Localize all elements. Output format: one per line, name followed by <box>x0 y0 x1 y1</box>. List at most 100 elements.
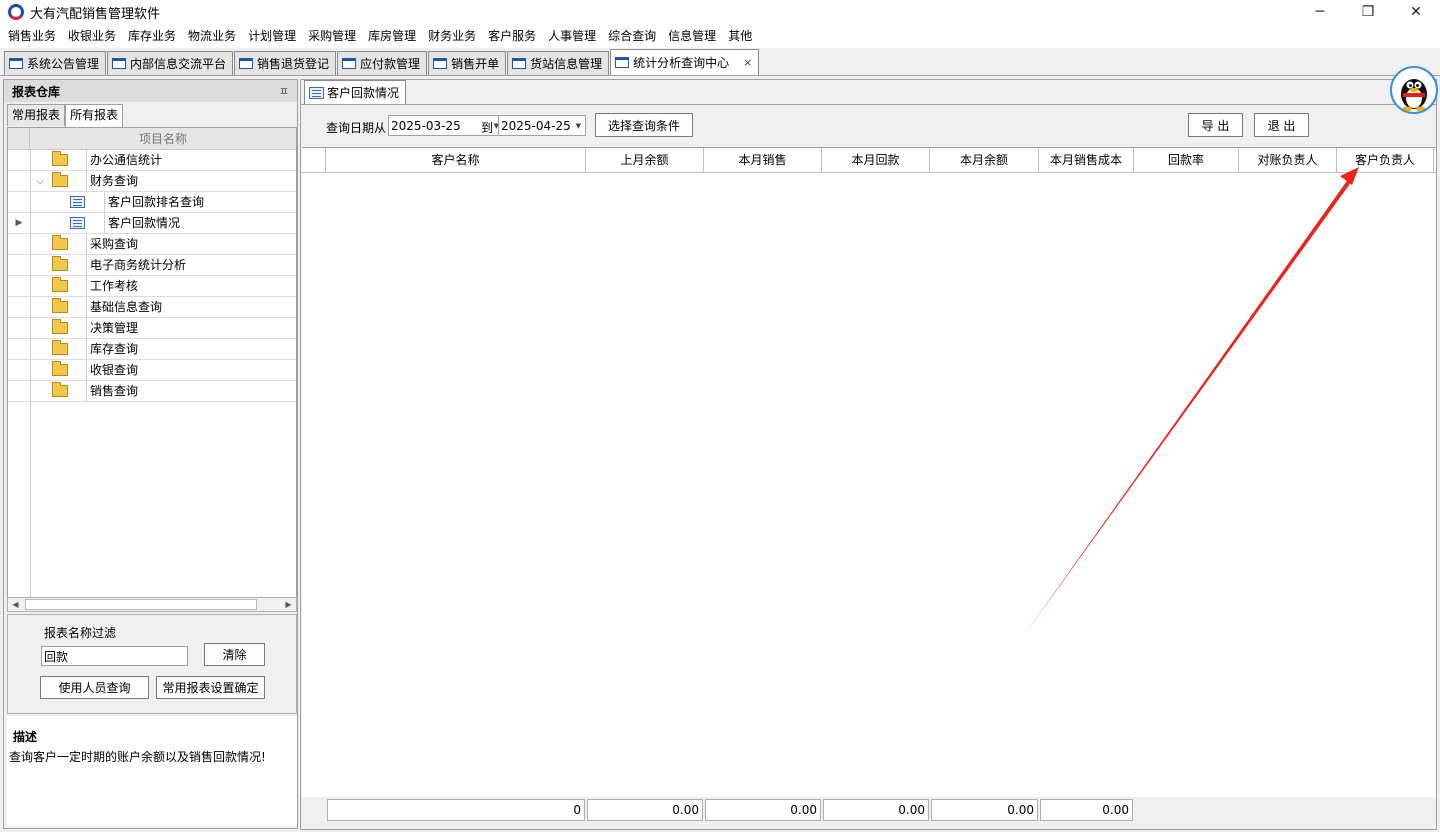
menu-other[interactable]: 其他 <box>722 25 758 47</box>
tree-item[interactable]: 收银查询 <box>8 360 296 381</box>
scroll-left-icon[interactable]: ◀ <box>8 598 23 611</box>
column-last-month-balance[interactable]: 上月余额 <box>586 148 704 172</box>
tree-item-label: 客户回款排名查询 <box>104 192 296 212</box>
column-customer-owner[interactable]: 客户负责人 <box>1337 148 1434 172</box>
tab-all-reports[interactable]: 所有报表 <box>65 104 124 127</box>
close-button[interactable]: ✕ <box>1392 0 1440 24</box>
tree-item[interactable]: 办公通信统计 <box>8 150 296 171</box>
filter-section: 报表名称过滤 清除 使用人员查询 常用报表设置确定 <box>7 614 297 714</box>
tab-freight-station[interactable]: 货站信息管理 <box>507 51 610 75</box>
tree-item-label: 决策管理 <box>86 318 296 338</box>
footer-total-sales: 0.00 <box>705 799 821 821</box>
tree-item-label: 基础信息查询 <box>86 297 296 317</box>
folder-icon <box>52 172 68 187</box>
column-month-balance[interactable]: 本月余额 <box>930 148 1039 172</box>
menu-bar: 销售业务 收银业务 库存业务 物流业务 计划管理 采购管理 库房管理 财务业务 … <box>0 24 1440 48</box>
tab-statistics-center[interactable]: 统计分析查询中心 × <box>610 49 760 75</box>
tab-sales-order[interactable]: 销售开单 <box>428 51 507 75</box>
menu-hr[interactable]: 人事管理 <box>542 25 602 47</box>
tree-item[interactable]: 决策管理 <box>8 318 296 339</box>
date-from-value: 2025-03-25 <box>391 118 461 133</box>
tree-item[interactable]: 客户回款排名查询 <box>8 192 296 213</box>
tab-label: 货站信息管理 <box>530 57 603 71</box>
footer-total-payment: 0.00 <box>823 799 929 821</box>
menu-inventory[interactable]: 库存业务 <box>122 25 182 47</box>
row-indicator: ▶ <box>8 213 30 233</box>
tab-payables[interactable]: 应付款管理 <box>337 51 428 75</box>
tree-item-label: 电子商务统计分析 <box>86 255 296 275</box>
clear-button[interactable]: 清除 <box>204 643 265 666</box>
report-icon <box>70 196 85 208</box>
export-button[interactable]: 导 出 <box>1188 113 1243 137</box>
menu-info[interactable]: 信息管理 <box>662 25 722 47</box>
column-payment-rate[interactable]: 回款率 <box>1134 148 1239 172</box>
tree-item[interactable]: 采购查询 <box>8 234 296 255</box>
folder-icon <box>52 382 68 397</box>
tree-item[interactable]: 库存查询 <box>8 339 296 360</box>
scroll-right-icon[interactable]: ▶ <box>281 598 296 611</box>
restore-button[interactable]: ❐ <box>1344 0 1392 24</box>
description-section: 描述 查询客户一定时期的账户余额以及销售回款情况! <box>7 716 297 826</box>
menu-warehouse[interactable]: 库房管理 <box>362 25 422 47</box>
column-customer-name[interactable]: 客户名称 <box>326 148 586 172</box>
column-reconcile-owner[interactable]: 对账负责人 <box>1239 148 1337 172</box>
select-condition-button[interactable]: 选择查询条件 <box>595 113 693 137</box>
tab-label: 应付款管理 <box>360 57 421 71</box>
window-icon <box>512 58 527 69</box>
date-to-picker[interactable]: 2025-04-25 ▼ <box>498 115 586 136</box>
filter-label: 报表名称过滤 <box>44 626 117 640</box>
horizontal-scrollbar[interactable]: ◀ ▶ <box>7 597 297 612</box>
column-month-sales[interactable]: 本月销售 <box>704 148 822 172</box>
scroll-thumb[interactable] <box>25 599 257 610</box>
qq-penguin-icon[interactable] <box>1390 66 1438 114</box>
menu-query[interactable]: 综合查询 <box>602 25 662 47</box>
tree-item[interactable]: 电子商务统计分析 <box>8 255 296 276</box>
tree-item[interactable]: ▶ 客户回款情况 <box>8 213 296 234</box>
column-month-payment[interactable]: 本月回款 <box>822 148 930 172</box>
row-indicator <box>8 192 30 212</box>
tab-internal-info[interactable]: 内部信息交流平台 <box>107 51 234 75</box>
row-indicator <box>8 234 30 254</box>
menu-finance[interactable]: 财务业务 <box>422 25 482 47</box>
chevron-down-icon[interactable]: ⌵ <box>34 176 46 187</box>
window-icon <box>112 58 127 69</box>
data-grid: 客户名称 上月余额 本月销售 本月回款 本月余额 本月销售成本 回款率 对账负责… <box>302 147 1436 797</box>
tab-label: 系统公告管理 <box>27 57 100 71</box>
row-indicator <box>8 381 30 401</box>
row-indicator <box>8 360 30 380</box>
users-query-button[interactable]: 使用人员查询 <box>40 676 149 699</box>
exit-button[interactable]: 退 出 <box>1254 113 1309 137</box>
menu-cashier[interactable]: 收银业务 <box>62 25 122 47</box>
subtab-label: 客户回款情况 <box>327 86 400 100</box>
tree-item[interactable]: 销售查询 <box>8 381 296 402</box>
column-month-sales-cost[interactable]: 本月销售成本 <box>1039 148 1134 172</box>
menu-plan[interactable]: 计划管理 <box>242 25 302 47</box>
tab-system-notice[interactable]: 系统公告管理 <box>4 51 107 75</box>
window-title: 大有汽配销售管理软件 <box>30 6 161 22</box>
tab-customer-payment[interactable]: 客户回款情况 <box>304 80 407 104</box>
query-toolbar: 查询日期从 2025-03-25 ▼ 到 2025-04-25 ▼ 选择查询条件… <box>301 104 1436 148</box>
menu-purchase[interactable]: 采购管理 <box>302 25 362 47</box>
folder-icon <box>52 256 68 271</box>
tab-label: 内部信息交流平台 <box>130 57 227 71</box>
menu-customer-service[interactable]: 客户服务 <box>482 25 542 47</box>
tree-item[interactable]: 基础信息查询 <box>8 297 296 318</box>
minimize-button[interactable]: ─ <box>1296 0 1344 24</box>
tab-sales-return[interactable]: 销售退货登记 <box>234 51 337 75</box>
tree-item-label: 客户回款情况 <box>104 213 296 233</box>
tree-item-label: 库存查询 <box>86 339 296 359</box>
document-tab-bar: 系统公告管理 内部信息交流平台 销售退货登记 应付款管理 销售开单 货站信息管理… <box>0 49 1440 76</box>
panel-title: 报表仓库 <box>12 84 61 99</box>
menu-sales[interactable]: 销售业务 <box>2 25 62 47</box>
tab-close-icon[interactable]: × <box>743 56 752 69</box>
menu-logistics[interactable]: 物流业务 <box>182 25 242 47</box>
tree-item-label: 财务查询 <box>86 171 296 191</box>
report-filter-input[interactable] <box>41 646 188 666</box>
tree-item[interactable]: 工作考核 <box>8 276 296 297</box>
common-report-confirm-button[interactable]: 常用报表设置确定 <box>156 676 265 699</box>
tree-item-label: 销售查询 <box>86 381 296 401</box>
tab-common-reports[interactable]: 常用报表 <box>7 104 66 126</box>
tree-item[interactable]: ⌵ 财务查询 <box>8 171 296 192</box>
pin-icon[interactable]: ㅍ <box>279 83 289 99</box>
grid-footer-totals: 0 0.00 0.00 0.00 0.00 0.00 <box>327 799 1135 821</box>
